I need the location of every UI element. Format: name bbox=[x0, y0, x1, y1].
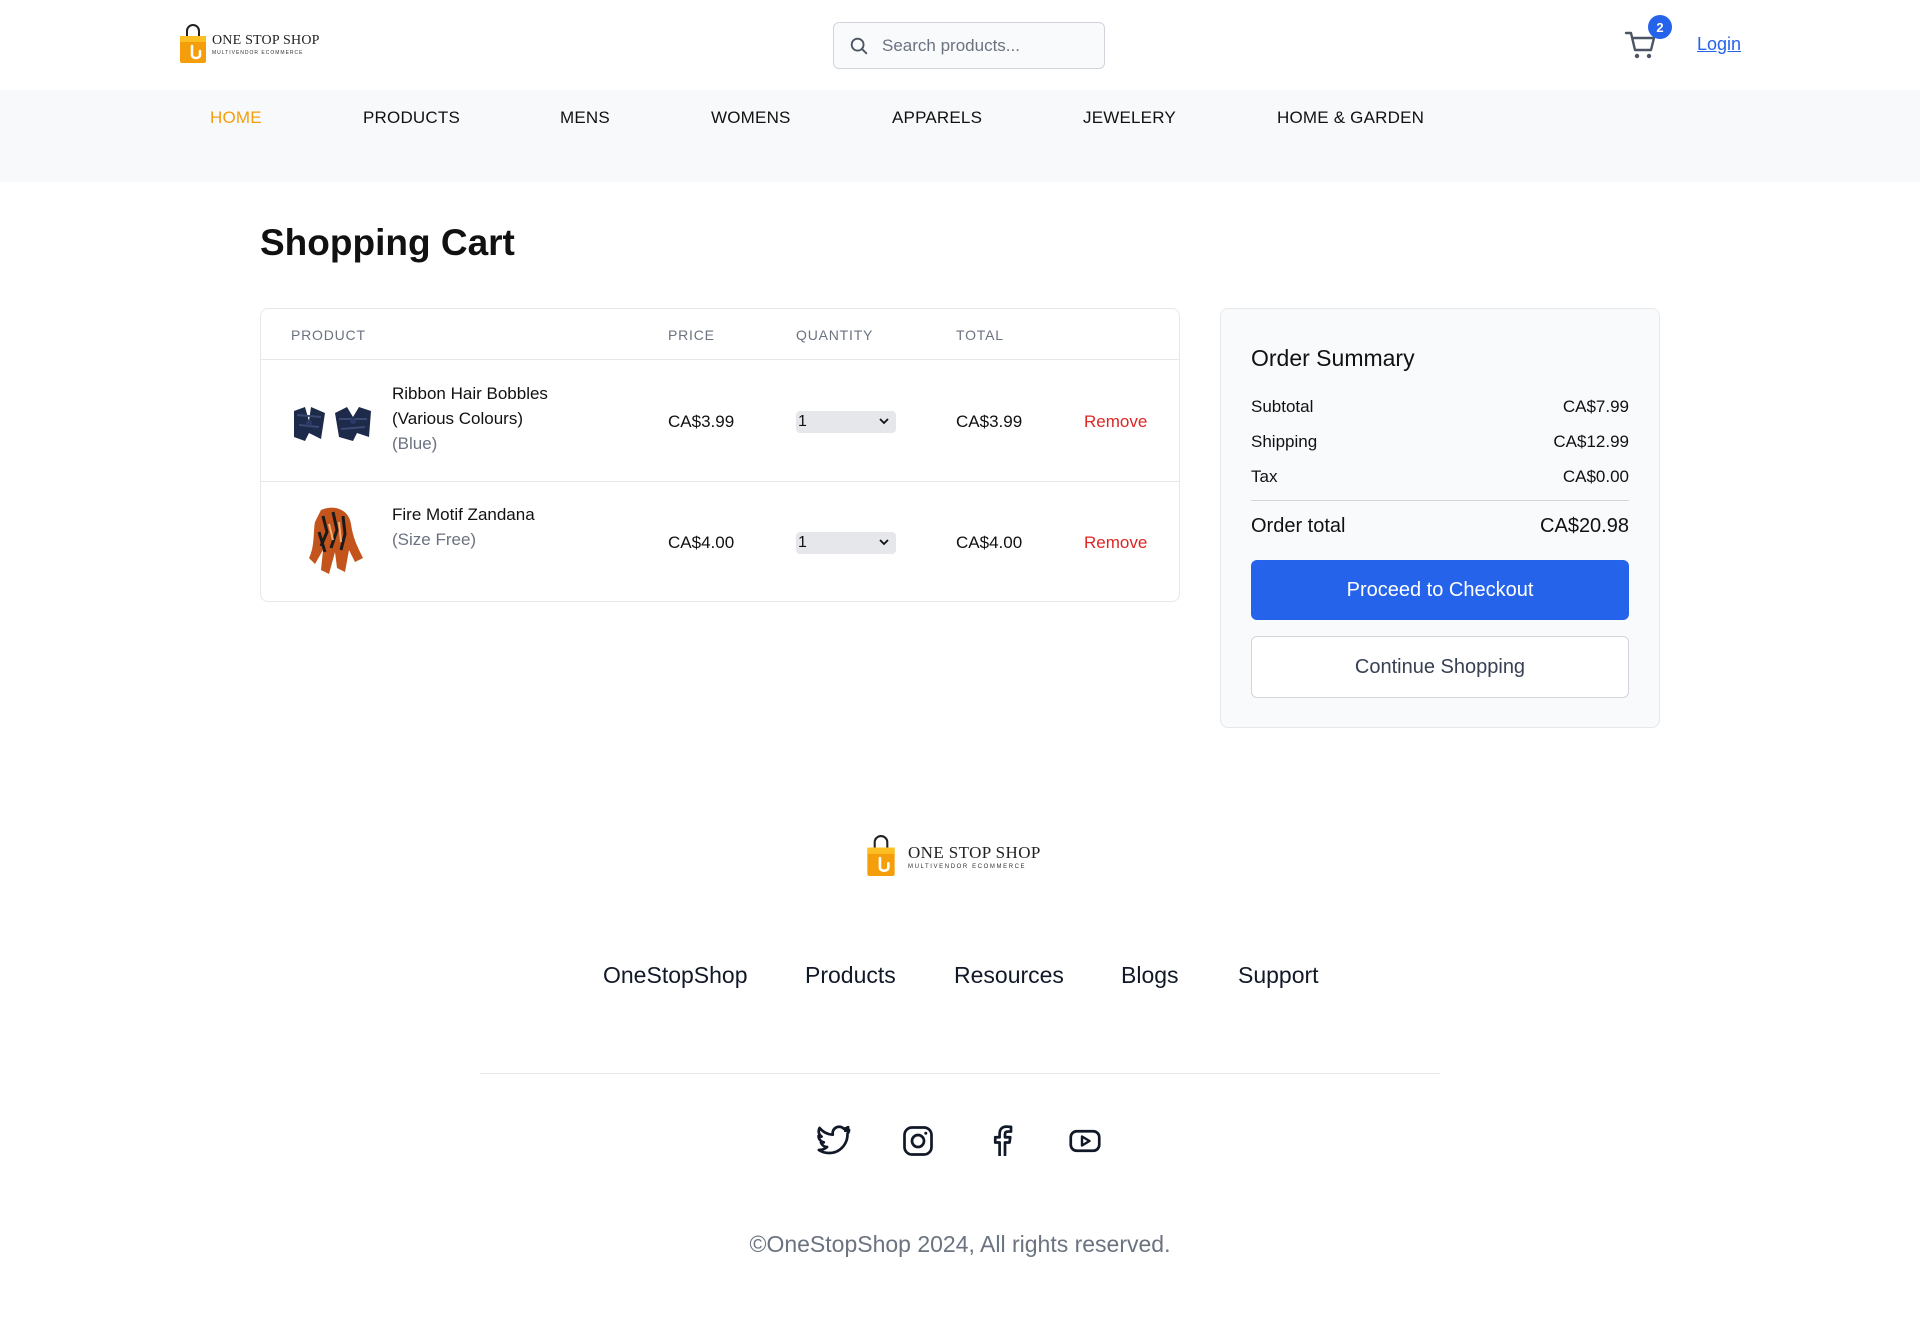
footer-link-onestopshop[interactable]: OneStopShop bbox=[603, 962, 748, 989]
search-box bbox=[833, 22, 1105, 69]
column-header-quantity: QUANTITY bbox=[796, 327, 874, 343]
shopping-bag-logo-icon bbox=[180, 24, 206, 63]
cart-table: PRODUCT PRICE QUANTITY TOTAL Ribbon Hair… bbox=[260, 308, 1180, 602]
youtube-icon[interactable] bbox=[1067, 1123, 1103, 1159]
nav-item-home-garden[interactable]: HOME & GARDEN bbox=[1277, 108, 1424, 128]
search-icon bbox=[850, 37, 868, 54]
site-header: ONE STOP SHOP MULTIVENDOR ECOMMERCE 2 Lo… bbox=[0, 0, 1920, 90]
page-title: Shopping Cart bbox=[260, 222, 515, 263]
product-image bbox=[309, 507, 363, 574]
logo-subtitle: MULTIVENDOR ECOMMERCE bbox=[212, 49, 304, 56]
proceed-to-checkout-button[interactable]: Proceed to Checkout bbox=[1251, 560, 1629, 620]
remove-button[interactable]: Remove bbox=[1084, 412, 1147, 432]
product-name[interactable]: Ribbon Hair Bobbles (Various Colours) (B… bbox=[392, 381, 592, 456]
nav-item-apparels[interactable]: APPARELS bbox=[892, 108, 982, 128]
footer-logo-subtitle: MULTIVENDOR ECOMMERCE bbox=[908, 863, 1027, 870]
instagram-icon[interactable] bbox=[900, 1123, 936, 1159]
chevron-down-icon bbox=[879, 418, 889, 425]
quantity-select[interactable]: 1 bbox=[796, 532, 896, 554]
subtotal-row: Subtotal CA$7.99 bbox=[1251, 397, 1629, 417]
shipping-value: CA$12.99 bbox=[1553, 432, 1629, 451]
subtotal-value: CA$7.99 bbox=[1562, 397, 1629, 416]
order-total-value: CA$20.98 bbox=[1540, 515, 1629, 537]
copyright-text: ©OneStopShop 2024, All rights reserved. bbox=[749, 1231, 1171, 1257]
nav-item-products[interactable]: PRODUCTS bbox=[363, 108, 460, 128]
cart-row: Ribbon Hair Bobbles (Various Colours) (B… bbox=[261, 361, 1179, 482]
cart-count-badge: 2 bbox=[1648, 15, 1672, 39]
product-name[interactable]: Fire Motif Zandana (Size Free) bbox=[392, 502, 592, 552]
quantity-select[interactable]: 1 bbox=[796, 411, 896, 433]
cart-row: Fire Motif Zandana (Size Free) CA$4.00 1… bbox=[261, 482, 1179, 603]
footer-link-products[interactable]: Products bbox=[805, 962, 896, 989]
order-summary-title: Order Summary bbox=[1251, 345, 1415, 371]
product-variant: (Size Free) bbox=[392, 530, 477, 549]
chevron-down-icon bbox=[879, 539, 889, 546]
subtotal-label: Subtotal bbox=[1251, 397, 1314, 416]
logo-title: ONE STOP SHOP bbox=[212, 32, 320, 48]
column-header-total: TOTAL bbox=[956, 327, 1004, 343]
search-input[interactable] bbox=[882, 35, 1092, 56]
cart-table-header: PRODUCT PRICE QUANTITY TOTAL bbox=[261, 309, 1179, 360]
footer-link-resources[interactable]: Resources bbox=[954, 962, 1064, 989]
footer-logo[interactable]: ONE STOP SHOP MULTIVENDOR ECOMMERCE bbox=[858, 835, 1041, 877]
column-header-price: PRICE bbox=[668, 327, 715, 343]
nav-item-home[interactable]: HOME bbox=[210, 108, 262, 128]
site-logo[interactable]: ONE STOP SHOP MULTIVENDOR ECOMMERCE bbox=[178, 24, 320, 64]
nav-item-womens[interactable]: WOMENS bbox=[711, 108, 791, 128]
remove-button[interactable]: Remove bbox=[1084, 533, 1147, 553]
order-total-row: Order total CA$20.98 bbox=[1251, 515, 1629, 538]
summary-divider bbox=[1251, 500, 1629, 501]
product-price: CA$3.99 bbox=[668, 412, 735, 431]
line-total: CA$3.99 bbox=[956, 412, 1023, 431]
main-nav: HOME PRODUCTS MENS WOMENS APPARELS JEWEL… bbox=[0, 90, 1920, 182]
tax-label: Tax bbox=[1251, 467, 1278, 486]
order-total-label: Order total bbox=[1251, 515, 1346, 537]
footer-logo-title: ONE STOP SHOP bbox=[908, 842, 1041, 862]
facebook-icon[interactable] bbox=[984, 1123, 1020, 1159]
footer-divider bbox=[480, 1073, 1440, 1074]
continue-shopping-button[interactable]: Continue Shopping bbox=[1251, 636, 1629, 698]
tax-value: CA$0.00 bbox=[1562, 467, 1629, 486]
nav-item-mens[interactable]: MENS bbox=[560, 108, 610, 128]
shipping-row: Shipping CA$12.99 bbox=[1251, 432, 1629, 452]
product-price: CA$4.00 bbox=[668, 533, 735, 552]
column-header-product: PRODUCT bbox=[291, 327, 366, 343]
product-variant: (Blue) bbox=[392, 434, 438, 453]
order-summary: Order Summary Subtotal CA$7.99 Shipping … bbox=[1220, 308, 1660, 728]
footer-link-blogs[interactable]: Blogs bbox=[1121, 962, 1179, 989]
twitter-icon[interactable] bbox=[816, 1123, 852, 1159]
shipping-label: Shipping bbox=[1251, 432, 1318, 451]
product-image bbox=[294, 407, 371, 441]
line-total: CA$4.00 bbox=[956, 533, 1023, 552]
nav-item-jewelery[interactable]: JEWELERY bbox=[1083, 108, 1176, 128]
tax-row: Tax CA$0.00 bbox=[1251, 467, 1629, 487]
login-link[interactable]: Login bbox=[1697, 34, 1741, 55]
footer-link-support[interactable]: Support bbox=[1238, 962, 1319, 989]
shopping-bag-logo-icon bbox=[867, 835, 895, 876]
